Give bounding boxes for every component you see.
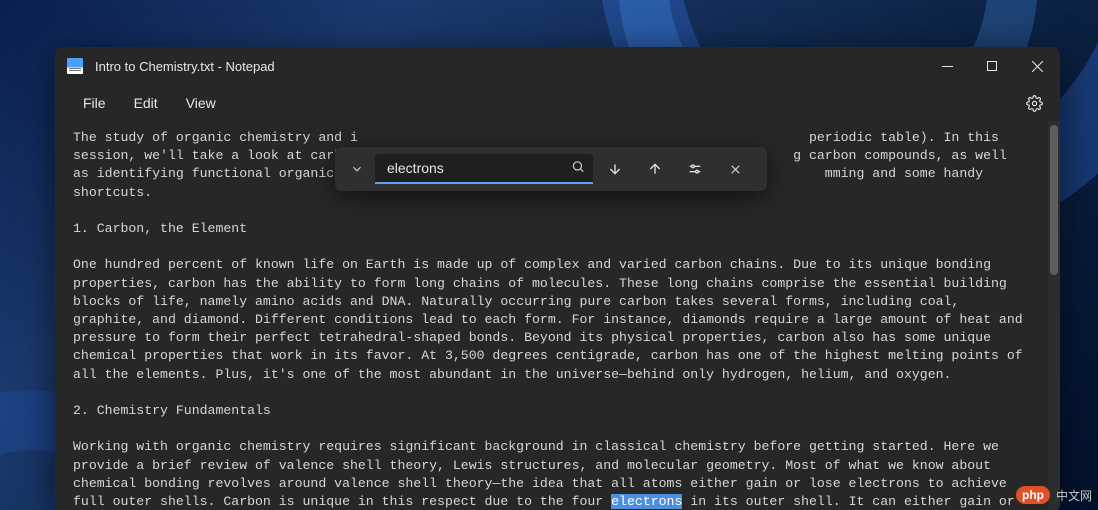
- close-icon: [729, 163, 742, 176]
- paragraph: One hundred percent of known life on Ear…: [73, 257, 1031, 381]
- maximize-icon: [987, 61, 998, 72]
- find-expand-toggle[interactable]: [343, 153, 371, 185]
- menubar: File Edit View: [55, 85, 1060, 121]
- minimize-icon: [942, 61, 953, 72]
- find-input[interactable]: [375, 154, 593, 184]
- find-previous-button[interactable]: [637, 153, 673, 185]
- notepad-app-icon: [67, 58, 83, 74]
- watermark-text: 中文网: [1056, 487, 1092, 504]
- close-icon: [1032, 61, 1043, 72]
- search-icon[interactable]: [571, 160, 585, 179]
- menu-file[interactable]: File: [69, 89, 120, 117]
- window-title: Intro to Chemistry.txt - Notepad: [95, 59, 275, 74]
- find-close-button[interactable]: [717, 153, 753, 185]
- minimize-button[interactable]: [925, 47, 970, 85]
- close-button[interactable]: [1015, 47, 1060, 85]
- gear-icon: [1026, 95, 1043, 112]
- find-input-wrap: [375, 154, 593, 184]
- arrow-down-icon: [607, 161, 623, 177]
- sliders-icon: [687, 161, 703, 177]
- vertical-scrollbar[interactable]: [1048, 121, 1060, 510]
- find-options-button[interactable]: [677, 153, 713, 185]
- heading: 2. Chemistry Fundamentals: [73, 403, 271, 418]
- search-highlight: electrons: [611, 494, 682, 509]
- chevron-down-icon: [350, 162, 364, 176]
- menu-edit[interactable]: Edit: [120, 89, 172, 117]
- menu-view[interactable]: View: [172, 89, 230, 117]
- notepad-window: Intro to Chemistry.txt - Notepad File Ed…: [55, 47, 1060, 510]
- arrow-up-icon: [647, 161, 663, 177]
- maximize-button[interactable]: [970, 47, 1015, 85]
- titlebar[interactable]: Intro to Chemistry.txt - Notepad: [55, 47, 1060, 85]
- find-bar: [335, 147, 767, 191]
- settings-button[interactable]: [1014, 85, 1054, 121]
- heading: 1. Carbon, the Element: [73, 221, 247, 236]
- find-next-button[interactable]: [597, 153, 633, 185]
- scrollbar-thumb[interactable]: [1050, 125, 1058, 275]
